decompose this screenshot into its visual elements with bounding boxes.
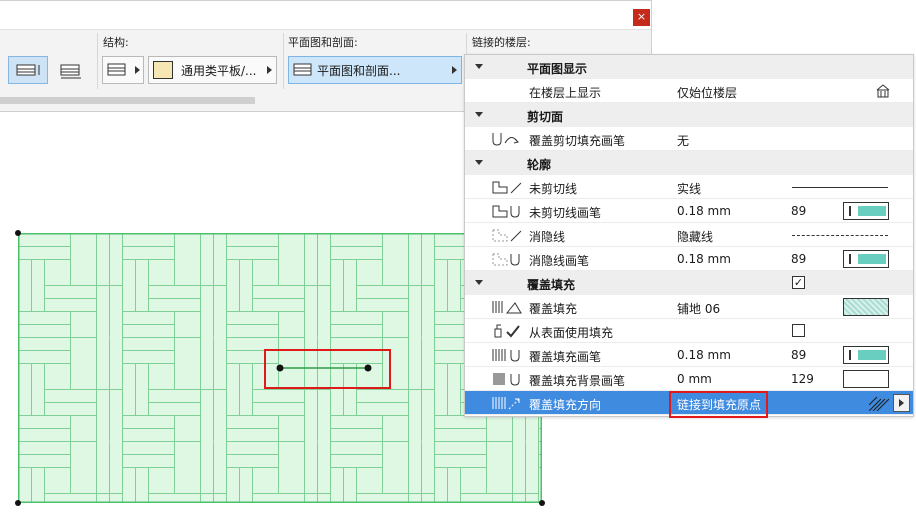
plan-section-button[interactable]: 平面图和剖面...: [288, 56, 462, 84]
prop-row-cut-fill-pen[interactable]: 覆盖剪切填充画笔 无: [465, 127, 913, 151]
group-cover-fills[interactable]: 覆盖填充 ✓: [465, 271, 913, 295]
close-button[interactable]: ×: [633, 9, 650, 26]
line-type-preview: [792, 187, 888, 188]
value-highlight-box: [669, 391, 768, 418]
structure-label: 结构:: [103, 36, 129, 49]
uncut-pen-icon: [492, 205, 520, 218]
prop-value[interactable]: 仅始位楼层: [677, 84, 737, 101]
collapse-chevron-icon[interactable]: [475, 64, 483, 69]
pen-override-icon: [492, 133, 519, 146]
toolbar-divider: [283, 33, 284, 89]
toolbar-scrollbar[interactable]: [0, 97, 255, 104]
line-type-preview: [792, 235, 888, 236]
geometry-method-button[interactable]: [8, 56, 48, 84]
prop-label: 覆盖填充背景画笔: [529, 374, 626, 388]
group-title: 平面图显示: [527, 62, 588, 76]
archicad-workspace: × 结构: 通用类平板/... 平面图和剖面: 平面图和剖面... 链接的楼层:…: [0, 0, 916, 517]
pen-color-swatch[interactable]: [843, 346, 889, 364]
prop-value[interactable]: 0 mm: [677, 372, 712, 386]
plan-section-settings-panel: 平面图显示 在楼层上显示 仅始位楼层 剪切面 覆盖剪切填充画笔 无 轮廓 未剪切…: [464, 54, 914, 417]
group-cut-surfaces[interactable]: 剪切面: [465, 103, 913, 127]
toolbar-titlebar: [0, 1, 651, 30]
pen-color-swatch[interactable]: [843, 250, 889, 268]
slab-corner-node[interactable]: [15, 500, 21, 506]
floor-plan-icon: [293, 63, 312, 76]
prop-row-show-on-stories[interactable]: 在楼层上显示 仅始位楼层: [465, 79, 913, 103]
prop-label: 覆盖填充方向: [529, 398, 602, 412]
prop-row-fill-bg-pen[interactable]: 覆盖填充背景画笔 0 mm 129: [465, 367, 913, 391]
composite-dropdown[interactable]: 通用类平板/...: [148, 56, 277, 84]
group-floor-plan-display[interactable]: 平面图显示: [465, 55, 913, 79]
prop-value[interactable]: 实线: [677, 180, 701, 197]
slab-reference-icon: [60, 64, 81, 79]
structure-type-dropdown[interactable]: [102, 56, 144, 84]
linked-stories-label: 链接的楼层:: [472, 36, 531, 49]
pen-color-swatch[interactable]: [843, 370, 889, 388]
composite-swatch-icon: [153, 61, 173, 79]
group-title: 覆盖填充: [527, 278, 576, 292]
group-outlines[interactable]: 轮廓: [465, 151, 913, 175]
dropdown-arrow-icon: [452, 66, 458, 74]
slab-corner-node[interactable]: [15, 230, 21, 236]
bg-pen-icon: [493, 373, 520, 386]
toolbar-divider: [97, 33, 98, 89]
prop-label: 未剪切线: [529, 182, 578, 196]
basic-structure-icon: [107, 63, 126, 76]
expand-options-button[interactable]: [893, 394, 910, 412]
prop-row-hidden-line-pen[interactable]: 消隐线画笔 0.18 mm 89: [465, 247, 913, 271]
collapse-chevron-icon[interactable]: [475, 160, 483, 165]
uncut-line-icon: [492, 181, 522, 194]
group-title: 剪切面: [527, 110, 564, 124]
hidden-pen-icon: [492, 253, 520, 266]
surface-fill-checkbox[interactable]: [792, 324, 805, 337]
plan-section-label: 平面图和剖面:: [288, 36, 358, 49]
composite-dropdown-label: 通用类平板/...: [181, 63, 257, 78]
cover-fills-checkbox[interactable]: ✓: [792, 276, 805, 289]
prop-label: 覆盖填充画笔: [529, 350, 602, 364]
prop-label: 从表面使用填充: [529, 326, 614, 340]
prop-label: 覆盖填充: [529, 302, 578, 316]
prop-label: 在楼层上显示: [529, 86, 602, 100]
prop-label: 未剪切线画笔: [529, 206, 602, 220]
prop-row-surface-fill[interactable]: 从表面使用填充: [465, 319, 913, 343]
prop-row-cover-fill[interactable]: 覆盖填充 铺地 06: [465, 295, 913, 319]
prop-row-hidden-lines[interactable]: 消隐线 隐藏线: [465, 223, 913, 247]
fill-orientation-icon: [492, 397, 520, 410]
collapse-chevron-icon[interactable]: [475, 112, 483, 117]
prop-row-uncut-lines[interactable]: 未剪切线 实线: [465, 175, 913, 199]
surface-fill-icon: [494, 324, 520, 338]
handle-highlight-box: [264, 349, 391, 389]
pen-number[interactable]: 129: [791, 372, 814, 386]
link-to-origin-icon[interactable]: [869, 395, 889, 411]
dropdown-arrow-icon: [266, 66, 272, 74]
prop-row-uncut-line-pen[interactable]: 未剪切线画笔 0.18 mm 89: [465, 199, 913, 223]
prop-row-fill-pen[interactable]: 覆盖填充画笔 0.18 mm 89: [465, 343, 913, 367]
dropdown-arrow-icon: [135, 66, 140, 74]
fill-pattern-preview[interactable]: [843, 298, 889, 316]
prop-value[interactable]: 0.18 mm: [677, 348, 731, 362]
prop-value[interactable]: 铺地 06: [677, 300, 720, 317]
floor-stack-icon[interactable]: [875, 83, 891, 99]
prop-label: 覆盖剪切填充画笔: [529, 134, 626, 148]
group-title: 轮廓: [527, 158, 552, 172]
prop-label: 消隐线画笔: [529, 254, 590, 268]
prop-value[interactable]: 0.18 mm: [677, 252, 731, 266]
prop-value[interactable]: 无: [677, 132, 689, 149]
pen-number[interactable]: 89: [791, 348, 806, 362]
prop-label: 消隐线: [529, 230, 566, 244]
pen-number[interactable]: 89: [791, 204, 806, 218]
hidden-line-icon: [492, 229, 522, 242]
prop-value[interactable]: 隐藏线: [677, 228, 713, 245]
prop-value[interactable]: 0.18 mm: [677, 204, 731, 218]
pen-color-swatch[interactable]: [843, 202, 889, 220]
slab-geometry-icon: [16, 64, 40, 76]
collapse-chevron-icon[interactable]: [475, 280, 483, 285]
pen-number[interactable]: 89: [791, 252, 806, 266]
plan-section-button-label: 平面图和剖面...: [317, 63, 401, 78]
slab-corner-node[interactable]: [539, 500, 545, 506]
fill-pen-icon: [492, 349, 520, 362]
slab-type-button[interactable]: [56, 56, 88, 84]
cover-fill-icon: [492, 301, 522, 314]
